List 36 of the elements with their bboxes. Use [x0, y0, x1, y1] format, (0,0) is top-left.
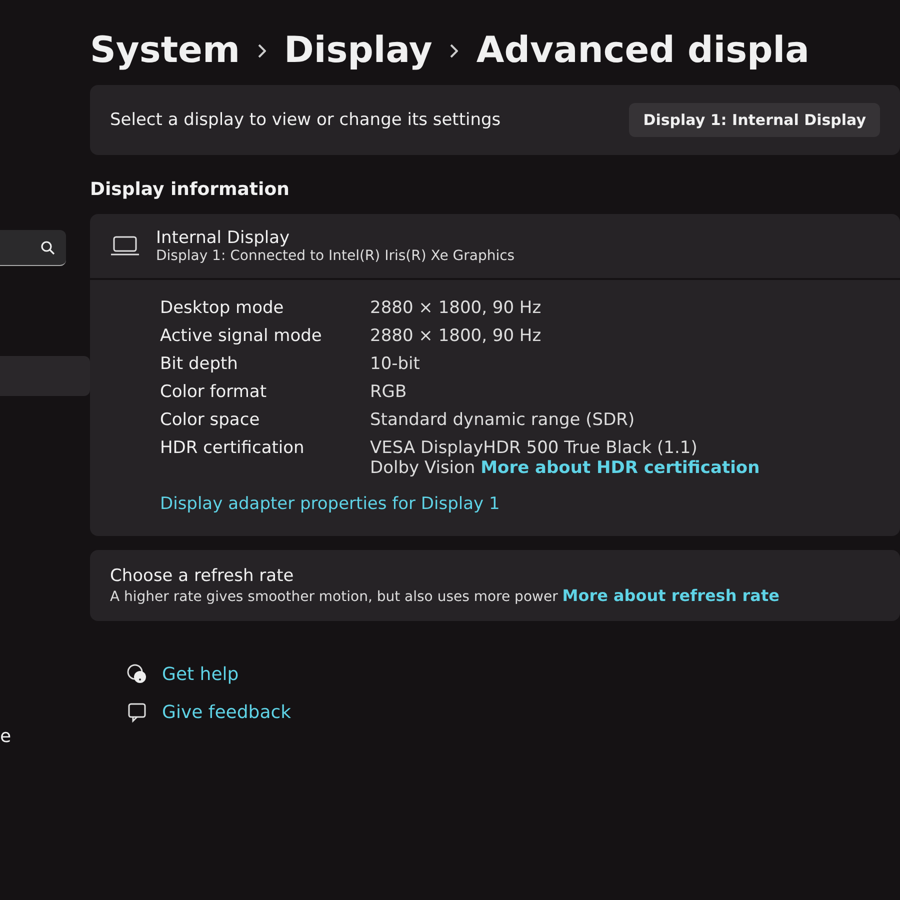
- sidebar-item[interactable]: e: [0, 726, 90, 747]
- info-value: RGB: [370, 382, 408, 402]
- info-label: Color format: [160, 382, 268, 402]
- chevron-icon: [258, 44, 266, 58]
- display-name: Internal Display: [156, 228, 291, 248]
- help-link[interactable]: Get help: [162, 664, 239, 684]
- select-display-label: Select a display to view or change its settings: [110, 110, 501, 130]
- refresh-rate-title: Choose a refresh rate: [110, 566, 295, 586]
- breadcrumb-item[interactable]: Display: [284, 30, 432, 71]
- info-value: 10-bit: [370, 354, 421, 374]
- feedback-icon: [126, 701, 148, 723]
- info-label: Bit depth: [160, 354, 239, 374]
- info-label: Color space: [160, 410, 261, 430]
- display-connection: Display 1: Connected to Intel(R) Iris(R) Xe Graphics: [156, 248, 515, 264]
- chevron-icon: [450, 44, 458, 58]
- breadcrumb-item[interactable]: System: [90, 30, 240, 71]
- adapter-properties-link[interactable]: Display adapter properties for Display 1: [160, 494, 500, 514]
- info-value: Dolby Vision: [370, 458, 476, 478]
- breadcrumb-item: Advanced displa: [476, 30, 810, 71]
- section-heading: Display information: [90, 179, 290, 200]
- hdr-link[interactable]: More about HDR certification: [480, 458, 760, 478]
- refresh-rate-description: A higher rate gives smoother motion, but also uses more power: [110, 589, 559, 605]
- feedback-link[interactable]: Give feedback: [162, 702, 292, 722]
- info-value: 2880 × 1800, 90 Hz: [370, 326, 542, 346]
- display-dropdown[interactable]: Display 1: Internal Display: [629, 103, 880, 137]
- search-field[interactable]: [0, 230, 66, 266]
- search-icon: [40, 240, 56, 256]
- info-label: Desktop mode: [160, 298, 285, 318]
- info-label: Active signal mode: [160, 326, 323, 346]
- help-bubble-icon: [126, 663, 148, 685]
- info-value: Standard dynamic range (SDR): [370, 410, 636, 430]
- info-value: VESA DisplayHDR 500 True Black (1.1): [370, 438, 698, 458]
- refresh-rate-link[interactable]: More about refresh rate: [562, 586, 780, 605]
- laptop-icon: [110, 235, 140, 257]
- info-value: 2880 × 1800, 90 Hz: [370, 298, 542, 318]
- info-label: HDR certification: [160, 438, 306, 460]
